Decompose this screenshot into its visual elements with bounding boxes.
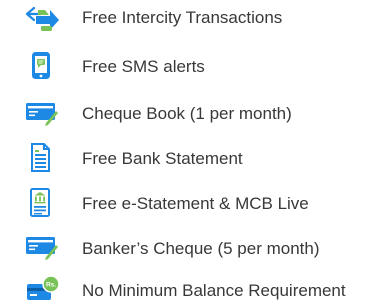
feature-item-no-minimum-balance: Rs. No Minimum Balance Requirement — [0, 275, 382, 305]
bankers-cheque-icon — [26, 237, 58, 260]
cheque-pen-icon — [26, 103, 58, 126]
rupee-badge-text: Rs. — [46, 282, 56, 289]
feature-label: Banker’s Cheque (5 per month) — [82, 239, 320, 258]
feature-label: Free e-Statement & MCB Live — [82, 194, 309, 213]
feature-item-intercity-transactions: Free Intercity Transactions — [0, 4, 382, 34]
feature-label: Cheque Book (1 per month) — [82, 104, 292, 123]
feature-label: Free Bank Statement — [82, 149, 243, 168]
feature-item-sms-alerts: Free SMS alerts — [0, 51, 382, 81]
e-statement-bank-icon — [30, 188, 50, 217]
mobile-message-icon — [32, 52, 50, 79]
feature-label: Free Intercity Transactions — [82, 8, 283, 27]
card-rupee-icon: Rs. — [27, 275, 60, 300]
feature-item-bankers-cheque: Banker’s Cheque (5 per month) — [0, 233, 382, 263]
feature-label: Free SMS alerts — [82, 57, 205, 76]
document-lines-icon — [31, 143, 50, 172]
feature-item-cheque-book: Cheque Book (1 per month) — [0, 98, 382, 128]
feature-item-bank-statement: Free Bank Statement — [0, 143, 382, 173]
feature-label: No Minimum Balance Requirement — [82, 281, 346, 300]
arrows-exchange-icon — [25, 6, 59, 31]
feature-item-e-statement: Free e-Statement & MCB Live — [0, 188, 382, 218]
feature-list: Free Intercity Transactions Free SMS ale… — [0, 0, 382, 307]
